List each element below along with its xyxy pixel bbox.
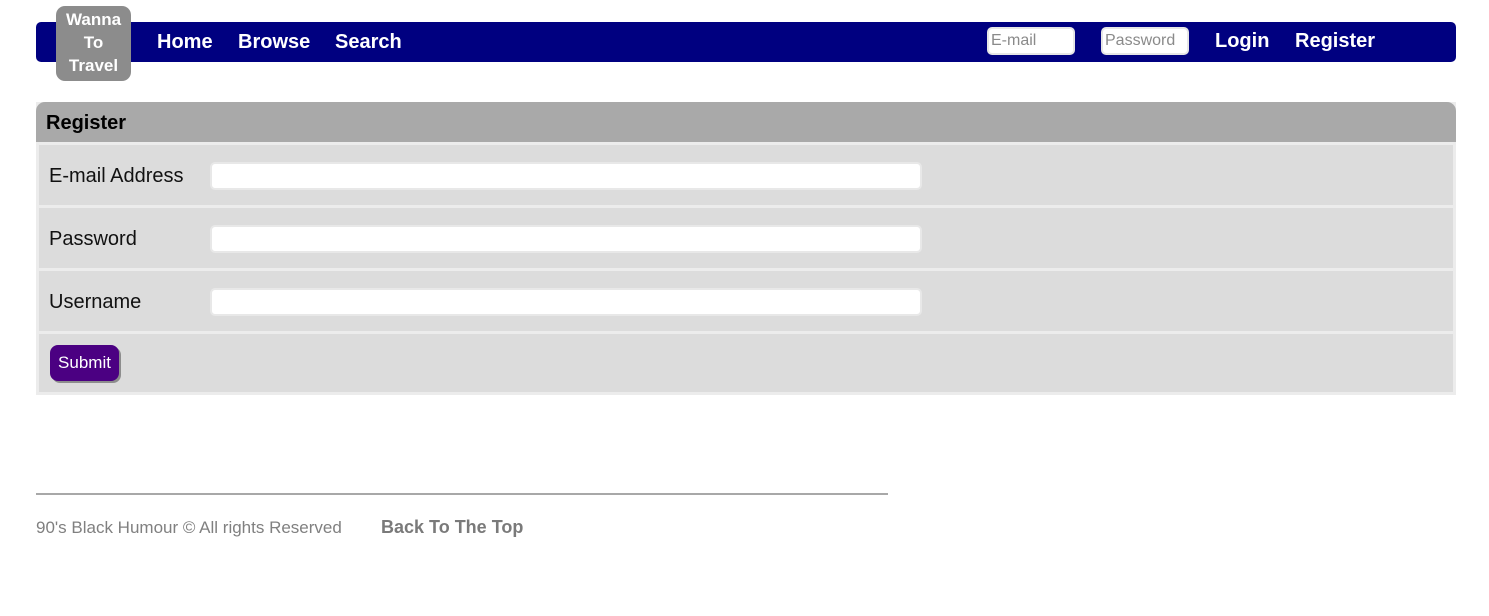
- submit-button[interactable]: Submit: [50, 345, 119, 381]
- password-field[interactable]: [210, 225, 922, 253]
- login-password-input[interactable]: [1101, 27, 1189, 55]
- logo-line: To: [83, 33, 104, 52]
- logo-line: Wanna: [65, 10, 122, 29]
- back-to-top-link[interactable]: Back To The Top: [381, 517, 523, 538]
- username-field[interactable]: [210, 288, 922, 316]
- register-panel: Register E-mail Address Password Usernam…: [36, 102, 1456, 395]
- site-logo[interactable]: Wanna To Travel: [56, 6, 131, 81]
- form-row-password: Password: [39, 208, 1453, 268]
- footer-copyright: 90's Black Humour © All rights Reserved: [36, 518, 342, 537]
- panel-header: Register: [36, 102, 1456, 142]
- login-email-input[interactable]: [987, 27, 1075, 55]
- logo-line: Travel: [68, 56, 119, 75]
- nav-register-link[interactable]: Register: [1295, 29, 1375, 53]
- form-row-username: Username: [39, 271, 1453, 331]
- password-label: Password: [49, 228, 137, 250]
- panel-title: Register: [46, 112, 127, 134]
- page: Wanna To Travel Home Browse Search Login…: [0, 0, 1489, 616]
- email-field[interactable]: [210, 162, 922, 190]
- nav-link-home[interactable]: Home: [157, 30, 213, 54]
- email-label: E-mail Address: [49, 165, 184, 187]
- nav-link-browse[interactable]: Browse: [238, 30, 310, 54]
- nav-link-search[interactable]: Search: [335, 30, 402, 54]
- footer-divider: [36, 493, 888, 495]
- username-label: Username: [49, 291, 142, 313]
- nav-login-link[interactable]: Login: [1215, 29, 1269, 53]
- form-row-submit: Submit: [39, 334, 1453, 392]
- form-row-email: E-mail Address: [39, 145, 1453, 205]
